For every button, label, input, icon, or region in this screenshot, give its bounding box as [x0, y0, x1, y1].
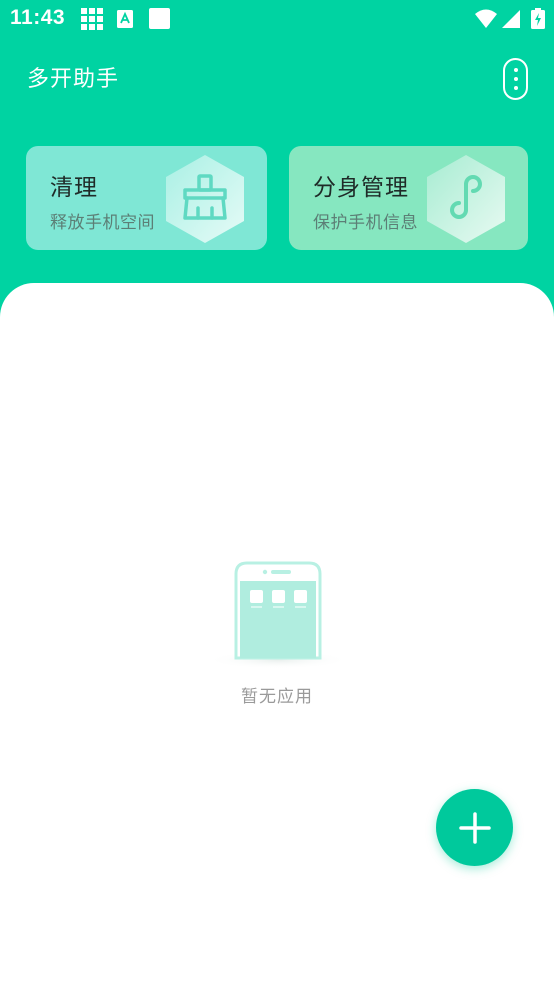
white-square-icon: [149, 8, 170, 29]
clean-card-title: 清理: [50, 175, 98, 201]
page-title: 多开助手: [27, 67, 120, 92]
signal-icon: [502, 10, 520, 28]
clone-manage-card-title: 分身管理: [313, 175, 409, 201]
wifi-icon: [475, 9, 497, 28]
link-icon: [427, 155, 505, 243]
grid-icon: [81, 8, 103, 30]
clone-manage-card[interactable]: 分身管理 保护手机信息: [289, 146, 528, 250]
status-bar: 11:43: [0, 0, 554, 38]
status-time: 11:43: [10, 6, 66, 29]
clone-manage-card-subtitle: 保护手机信息: [313, 213, 418, 233]
more-vertical-icon: [513, 68, 518, 72]
clean-card[interactable]: 清理 释放手机空间: [26, 146, 267, 250]
clean-card-subtitle: 释放手机空间: [50, 213, 155, 233]
add-app-button[interactable]: [436, 789, 513, 866]
phone-empty-icon: [206, 561, 350, 669]
empty-state-text: 暂无应用: [241, 687, 313, 707]
a-notification-icon: [117, 10, 133, 28]
more-options-button[interactable]: [503, 58, 528, 100]
broom-icon: [166, 155, 244, 243]
battery-charging-icon: [531, 8, 545, 29]
plus-icon: [458, 811, 491, 844]
